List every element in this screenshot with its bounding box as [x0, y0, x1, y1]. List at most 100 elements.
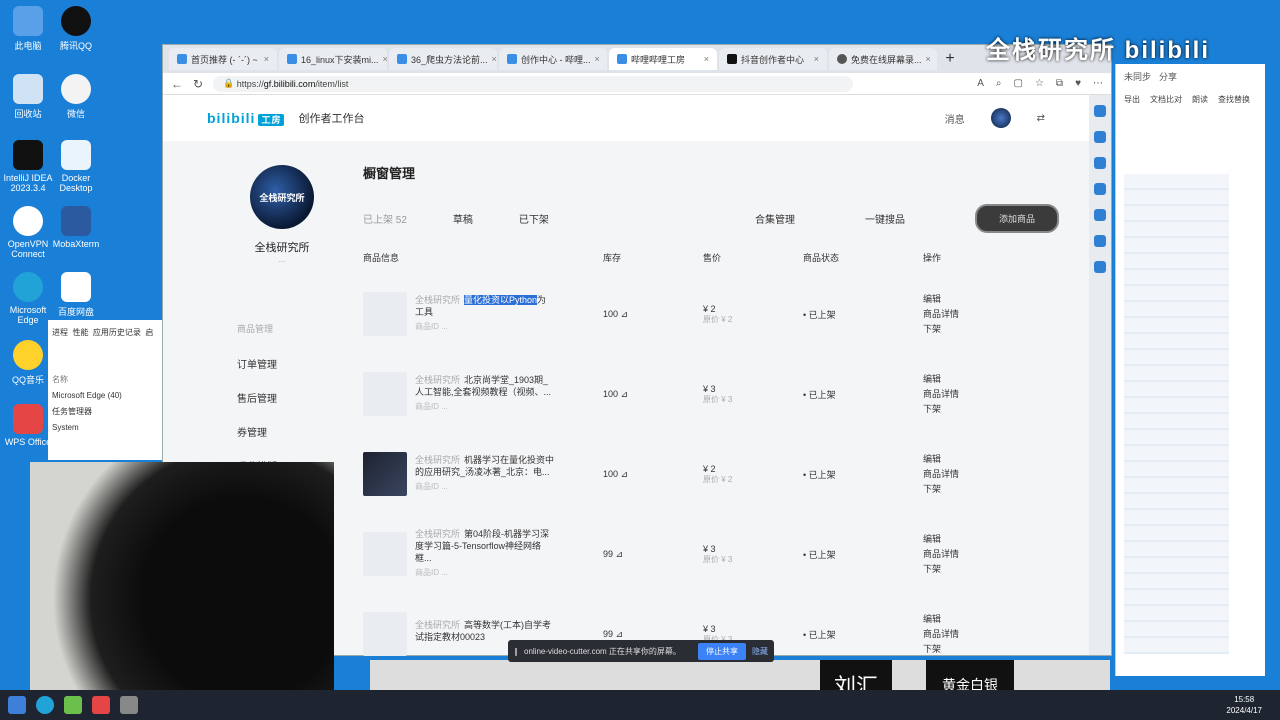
extensions-icon[interactable]: ⧉	[1056, 78, 1063, 89]
sidebar-item-orders[interactable]: 订单管理	[207, 346, 357, 380]
tab-listed[interactable]: 已上架 52	[363, 211, 407, 226]
more-menu-icon[interactable]: ⋯	[1093, 78, 1103, 89]
desktop-icon-docker[interactable]: Docker Desktop	[48, 140, 104, 193]
new-tab-button[interactable]: +	[939, 48, 961, 70]
wps-taskbar-icon[interactable]	[92, 696, 110, 714]
list-item[interactable]: Microsoft Edge (40)	[52, 388, 158, 403]
browser-tab[interactable]: 创作中心 - 哔哩... ×	[499, 48, 607, 70]
office-icon[interactable]	[1094, 209, 1106, 221]
sync-status[interactable]: 未同步	[1124, 70, 1151, 83]
browser-tab[interactable]: 免费在线屏幕录... ×	[829, 48, 937, 70]
desktop-icon-wechat[interactable]: 微信	[48, 74, 104, 120]
product-title[interactable]: 全栈研究所 量化投资以Python为工具 商品ID ...	[415, 295, 555, 333]
close-icon[interactable]: ×	[814, 54, 819, 64]
close-icon[interactable]: ×	[492, 54, 497, 64]
sidebar-item-products[interactable]: 商品管理	[207, 312, 357, 346]
browser-tab[interactable]: 首页推荐 (- ´-´) ~ ×	[169, 48, 277, 70]
browser-tab[interactable]: 16_linux下安装mi... ×	[279, 48, 387, 70]
games-icon[interactable]	[1094, 183, 1106, 195]
page-title: 橱窗管理	[363, 166, 416, 181]
product-thumbnail[interactable]	[363, 292, 407, 336]
switch-icon[interactable]: ⇄	[1037, 113, 1045, 124]
collection-management-link[interactable]: 合集管理	[755, 211, 795, 226]
browser-tab[interactable]: 抖音创作者中心 ×	[719, 48, 827, 70]
system-clock[interactable]: 15:58 2024/4/17	[1226, 694, 1262, 716]
edit-link[interactable]: 编辑	[923, 612, 1059, 627]
read-aloud-tool[interactable]: 朗读	[1192, 94, 1208, 105]
browser-tab[interactable]: 36_爬虫方法论前... ×	[389, 48, 497, 70]
product-details-link[interactable]: 商品详情	[923, 387, 1059, 402]
settings-icon[interactable]	[1094, 261, 1106, 273]
desktop-icon-baidu-netdisk[interactable]: 百度网盘	[48, 272, 104, 318]
product-details-link[interactable]: 商品详情	[923, 467, 1059, 482]
close-icon[interactable]: ×	[595, 54, 600, 64]
split-screen-icon[interactable]: ▢	[1014, 78, 1023, 89]
list-item[interactable]: System	[52, 420, 158, 435]
share-link[interactable]: 分享	[1159, 70, 1177, 83]
price-cell: ¥ 3 原价 ¥ 3	[703, 514, 803, 594]
edit-link[interactable]: 编辑	[923, 292, 1059, 307]
product-details-link[interactable]: 商品详情	[923, 307, 1059, 322]
product-thumbnail[interactable]	[363, 452, 407, 496]
favorite-star-icon[interactable]: ☆	[1035, 78, 1044, 89]
drag-handle-icon[interactable]: ∥	[514, 647, 518, 656]
app-taskbar-icon[interactable]	[120, 696, 138, 714]
address-bar[interactable]: 🔒 https://gf.bilibili.com/item/list	[213, 75, 854, 92]
edit-link[interactable]: 编辑	[923, 532, 1059, 547]
product-title[interactable]: 全栈研究所 机器学习在量化投资中的应用研究_汤凌冰著_北京：电... 商品ID .…	[415, 455, 555, 493]
list-item[interactable]: 任务管理器	[52, 403, 158, 420]
stock-cell[interactable]: 99 ⊿	[603, 514, 703, 594]
desktop-icon-mobaxterm[interactable]: MobaXterm	[48, 206, 104, 249]
messages-link[interactable]: 消息	[945, 111, 965, 126]
tools-icon[interactable]	[1094, 157, 1106, 169]
product-title[interactable]: 全栈研究所 北京尚学堂_1903期_人工智能,全套视频教程（视频、... 商品ID…	[415, 375, 555, 413]
stock-cell[interactable]: 100 ⊿	[603, 274, 703, 354]
close-icon[interactable]: ×	[704, 54, 709, 64]
bilibili-logo[interactable]: bilibili 工房	[207, 110, 285, 126]
hide-button[interactable]: 隐藏	[752, 646, 768, 657]
tab-delisted[interactable]: 已下架	[519, 211, 549, 226]
avatar[interactable]	[990, 108, 1011, 128]
stock-cell[interactable]: 100 ⊿	[603, 354, 703, 434]
product-thumbnail[interactable]	[363, 531, 407, 576]
edit-link[interactable]: 编辑	[923, 372, 1059, 387]
delist-link[interactable]: 下架	[923, 562, 1059, 577]
outlook-icon[interactable]	[1094, 235, 1106, 247]
collections-icon[interactable]: ♥	[1075, 78, 1081, 89]
refresh-icon[interactable]: ↻	[193, 77, 203, 91]
close-icon[interactable]: ×	[926, 54, 931, 64]
product-details-link[interactable]: 商品详情	[923, 627, 1059, 642]
browser-tab-active[interactable]: 哔哩哔哩工房 ×	[609, 48, 717, 70]
start-icon[interactable]	[8, 696, 26, 714]
close-icon[interactable]: ×	[264, 54, 269, 64]
table-row: 全栈研究所 第04阶段-机器学习深度学习篇-5-Tensorflow神经网络框..…	[363, 514, 1059, 594]
product-thumbnail[interactable]	[363, 612, 407, 656]
shopping-icon[interactable]	[1094, 131, 1106, 143]
delist-link[interactable]: 下架	[923, 322, 1059, 337]
translate-icon[interactable]: A	[977, 78, 984, 89]
product-thumbnail[interactable]	[363, 372, 407, 416]
tab-drafts[interactable]: 草稿	[453, 211, 473, 226]
stop-sharing-button[interactable]: 停止共享	[698, 642, 746, 660]
delist-link[interactable]: 下架	[923, 642, 1059, 657]
search-icon[interactable]	[1094, 105, 1106, 117]
close-icon[interactable]: ×	[383, 54, 387, 64]
edit-link[interactable]: 编辑	[923, 452, 1059, 467]
sidebar-item-after-sales[interactable]: 售后管理	[207, 380, 357, 414]
stock-cell[interactable]: 100 ⊿	[603, 434, 703, 514]
delist-link[interactable]: 下架	[923, 482, 1059, 497]
product-title[interactable]: 全栈研究所 第04阶段-机器学习深度学习篇-5-Tensorflow神经网络框..…	[415, 529, 555, 578]
one-click-search-link[interactable]: 一键搜品	[865, 211, 905, 226]
add-product-button[interactable]: 添加商品	[974, 204, 1059, 233]
zoom-icon[interactable]: ⌕	[996, 78, 1002, 89]
compare-tool[interactable]: 文档比对	[1150, 94, 1182, 105]
sidebar-item-coupons[interactable]: 券管理	[207, 414, 357, 448]
back-arrow-icon[interactable]: ←	[171, 77, 183, 91]
edge-taskbar-icon[interactable]	[36, 696, 54, 714]
delist-link[interactable]: 下架	[923, 402, 1059, 417]
product-details-link[interactable]: 商品详情	[923, 547, 1059, 562]
wechat-taskbar-icon[interactable]	[64, 696, 82, 714]
export-tool[interactable]: 导出	[1124, 94, 1140, 105]
find-replace-tool[interactable]: 查找替换	[1218, 94, 1250, 105]
desktop-icon-qq[interactable]: 腾讯QQ	[48, 6, 104, 52]
